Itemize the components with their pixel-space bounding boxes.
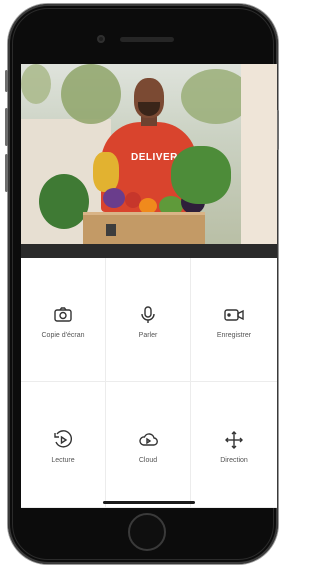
- home-button[interactable]: [128, 513, 166, 551]
- talk-label: Parler: [138, 332, 158, 339]
- video-box-label: [106, 224, 116, 236]
- home-indicator[interactable]: [103, 501, 195, 504]
- record-button[interactable]: Enregistrer: [191, 258, 277, 382]
- shirt-text: DELIVER: [131, 152, 178, 163]
- control-grid: Copie d'écran Parler Enregistrer Lecture…: [21, 258, 277, 508]
- playback-label: Lecture: [51, 457, 75, 464]
- volume-up-button: [5, 108, 8, 146]
- mute-switch: [5, 70, 8, 92]
- video-cabbage: [103, 188, 125, 208]
- video-foliage: [61, 64, 121, 124]
- volume-down-button: [5, 154, 8, 192]
- screenshot-label: Copie d'écran: [41, 332, 85, 339]
- cloud-play-icon: [137, 429, 159, 451]
- earpiece-speaker: [120, 37, 174, 42]
- camera-icon: [52, 304, 74, 326]
- video-greens: [39, 174, 89, 229]
- move-arrows-icon: [223, 429, 245, 451]
- direction-button[interactable]: Direction: [191, 382, 277, 508]
- screenshot-button[interactable]: Copie d'écran: [21, 258, 106, 382]
- app-screen: DELIVER Copie d'écran Parler Enregistrer…: [21, 64, 277, 508]
- video-status-bar: [21, 244, 277, 258]
- live-video-feed[interactable]: DELIVER: [21, 64, 277, 244]
- playback-button[interactable]: Lecture: [21, 382, 106, 508]
- front-camera: [97, 35, 105, 43]
- video-foliage: [21, 64, 51, 104]
- cloud-label: Cloud: [138, 457, 158, 464]
- direction-label: Direction: [220, 457, 248, 464]
- microphone-icon: [137, 304, 159, 326]
- video-delivery-box: [83, 212, 205, 244]
- cloud-button[interactable]: Cloud: [106, 382, 191, 508]
- video-pineapple: [93, 152, 119, 192]
- video-camera-icon: [223, 304, 245, 326]
- record-label: Enregistrer: [216, 332, 252, 339]
- talk-button[interactable]: Parler: [106, 258, 191, 382]
- video-leafy-greens: [171, 146, 231, 204]
- video-door-frame: [241, 64, 277, 244]
- playback-icon: [52, 429, 74, 451]
